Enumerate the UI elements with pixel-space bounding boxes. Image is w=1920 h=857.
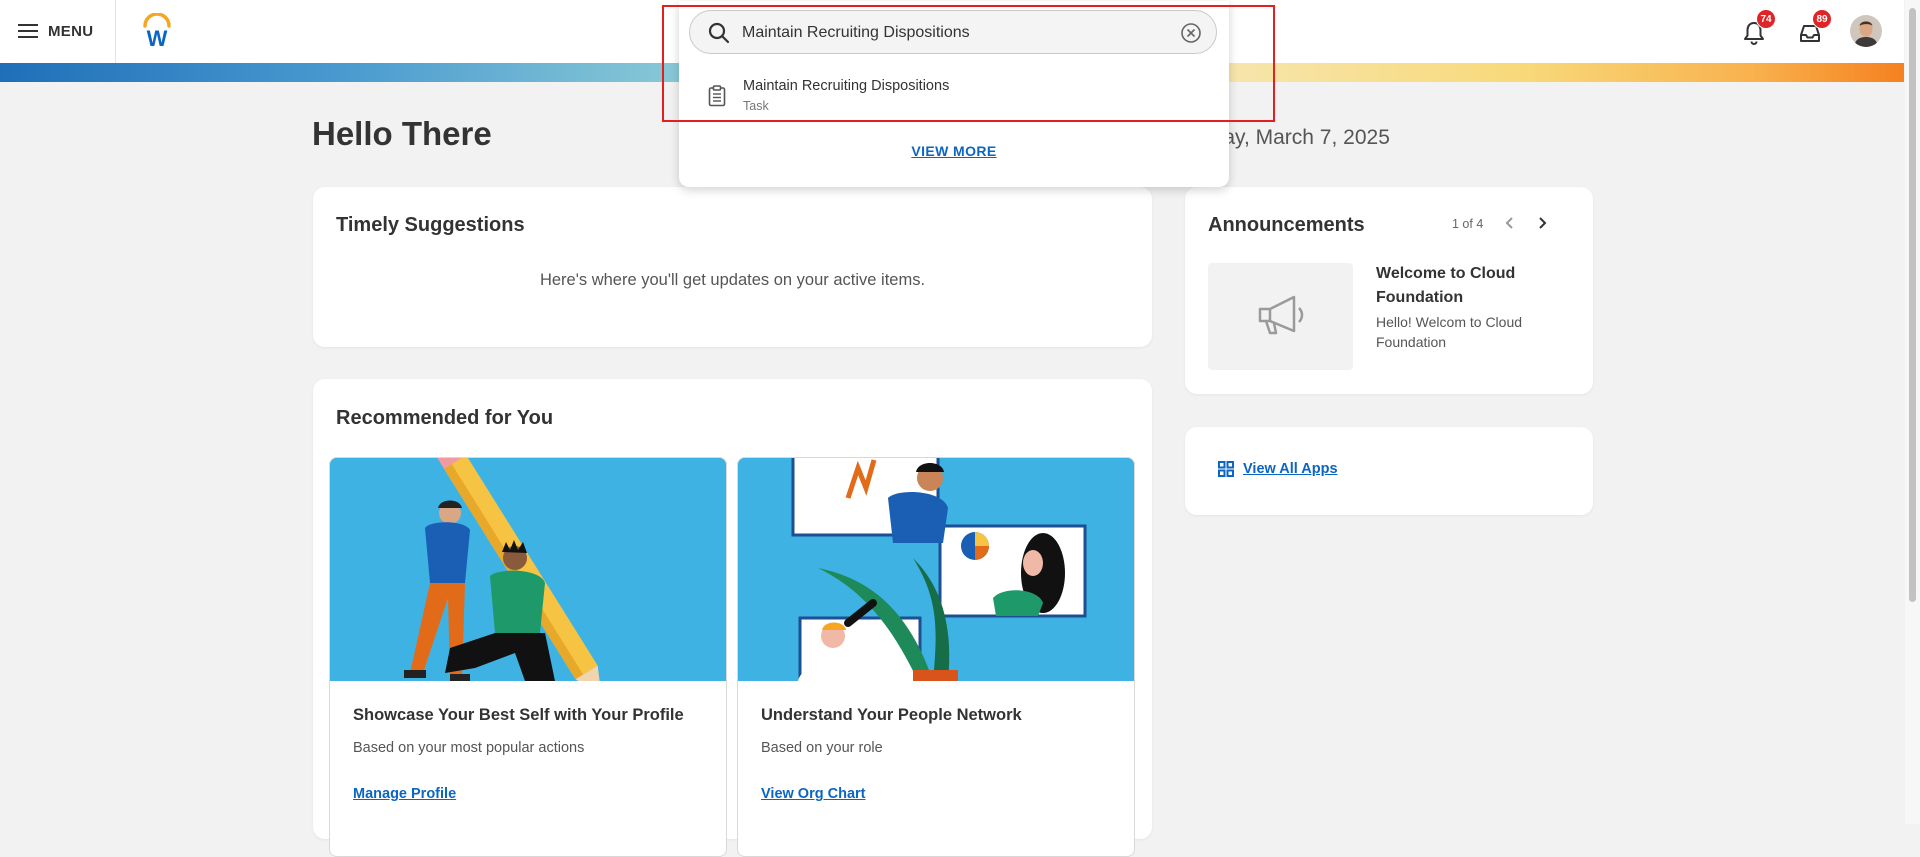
announcements-next-button[interactable] (1535, 214, 1549, 237)
search-box[interactable] (689, 10, 1217, 54)
chevron-left-icon (1505, 217, 1513, 229)
recommended-tile-subtitle: Based on your most popular actions (353, 740, 585, 756)
menu-button[interactable]: MENU (18, 18, 93, 44)
search-result-item[interactable]: Maintain Recruiting Dispositions Task (679, 64, 1229, 120)
clear-search-icon[interactable] (1180, 22, 1202, 44)
announcement-headline[interactable]: Welcome to Cloud Foundation (1376, 262, 1566, 310)
scrollbar-thumb[interactable] (1909, 8, 1916, 602)
announcement-thumbnail[interactable] (1208, 263, 1353, 370)
notifications-badge: 74 (1756, 9, 1776, 29)
search-result-type: Task (743, 99, 769, 113)
user-avatar-image (1850, 15, 1882, 47)
topbar-divider (115, 0, 116, 63)
inbox-badge: 89 (1812, 9, 1832, 29)
network-illustration (738, 458, 1134, 681)
recommended-title: Recommended for You (336, 407, 554, 429)
task-clipboard-icon (708, 85, 726, 107)
manage-profile-link[interactable]: Manage Profile (353, 786, 456, 802)
megaphone-icon (1258, 295, 1304, 335)
announcements-prev-button[interactable] (1503, 214, 1517, 237)
apps-card: View All Apps (1185, 427, 1593, 515)
announcements-title: Announcements (1208, 214, 1365, 236)
page-title: Hello There (312, 115, 492, 152)
timely-suggestions-title: Timely Suggestions (336, 214, 525, 236)
search-dropdown: Maintain Recruiting Dispositions Task VI… (679, 1, 1229, 187)
announcements-counter: 1 of 4 (1452, 217, 1484, 231)
view-more-link[interactable]: VIEW MORE (679, 143, 1229, 159)
search-result-title: Maintain Recruiting Dispositions (743, 78, 950, 94)
workday-logo[interactable]: W (140, 12, 174, 51)
hamburger-icon (18, 24, 38, 38)
timely-suggestions-message: Here's where you'll get updates on your … (539, 271, 926, 289)
recommended-tile-profile[interactable]: Showcase Your Best Self with Your Profil… (329, 457, 727, 857)
announcements-card: Announcements 1 of 4 Welcome to Cloud Fo… (1185, 187, 1593, 394)
announcement-body: Hello! Welcom to Cloud Foundation (1376, 314, 1523, 350)
logo-letter: W (147, 26, 168, 49)
recommended-card: Recommended for You Showcase Your Best S… (313, 379, 1152, 857)
chevron-right-icon (1539, 217, 1547, 229)
search-input[interactable] (742, 22, 1152, 44)
view-org-chart-link[interactable]: View Org Chart (761, 786, 865, 802)
menu-label: MENU (48, 22, 94, 40)
notifications-button[interactable]: 74 (1740, 9, 1776, 46)
recommended-tile-subtitle: Based on your role (761, 740, 883, 756)
user-avatar[interactable] (1850, 15, 1882, 47)
recommended-tile-title: Understand Your People Network (761, 706, 1022, 724)
search-icon (708, 22, 730, 44)
recommended-tile-title: Showcase Your Best Self with Your Profil… (353, 706, 684, 724)
profile-illustration (330, 458, 726, 681)
recommended-tile-network[interactable]: Understand Your People Network Based on … (737, 457, 1135, 857)
view-all-apps-label: View All Apps (1243, 461, 1338, 477)
timely-suggestions-card: Timely Suggestions Here's where you'll g… (313, 187, 1152, 347)
grid-icon (1218, 461, 1234, 477)
inbox-button[interactable]: 89 (1796, 9, 1832, 46)
view-all-apps-link[interactable]: View All Apps (1218, 461, 1338, 477)
